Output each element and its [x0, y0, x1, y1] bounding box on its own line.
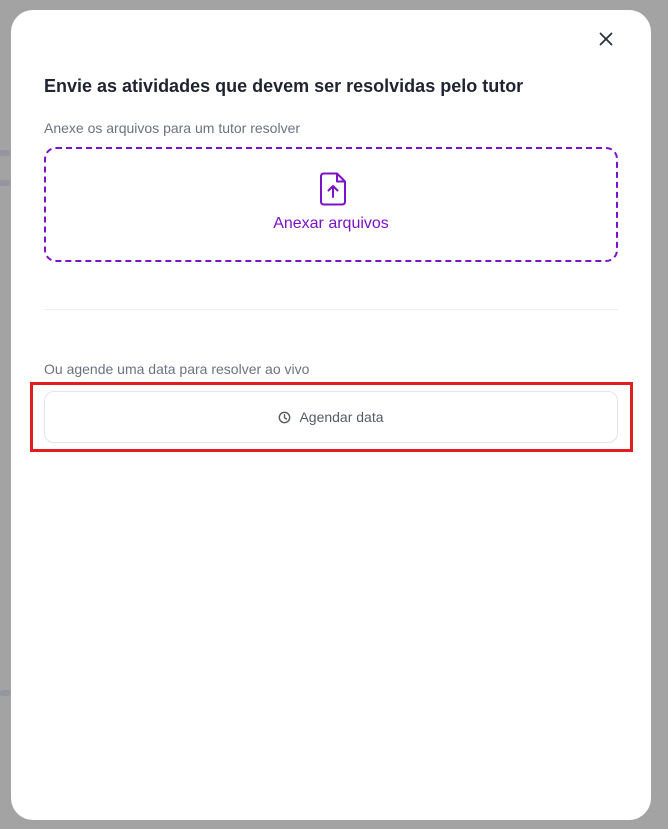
- attach-files-dropzone[interactable]: Anexar arquivos: [44, 147, 618, 262]
- schedule-label: Ou agende uma data para resolver ao vivo: [44, 361, 310, 377]
- background-content: [0, 180, 10, 186]
- schedule-date-button-label: Agendar data: [299, 409, 384, 425]
- section-divider: [44, 309, 618, 310]
- upload-activities-modal: Envie as atividades que devem ser resolv…: [11, 10, 651, 820]
- attach-files-label: Anexe os arquivos para um tutor resolver: [44, 120, 301, 136]
- modal-title: Envie as atividades que devem ser resolv…: [44, 76, 524, 96]
- clock-icon: [279, 411, 291, 423]
- background-content: [0, 690, 10, 696]
- close-icon: [599, 32, 613, 46]
- file-upload-icon: [320, 172, 346, 206]
- attach-files-button-label: Anexar arquivos: [273, 215, 389, 232]
- schedule-date-button[interactable]: Agendar data: [44, 391, 618, 443]
- close-button[interactable]: [594, 27, 618, 51]
- background-content: [0, 150, 10, 156]
